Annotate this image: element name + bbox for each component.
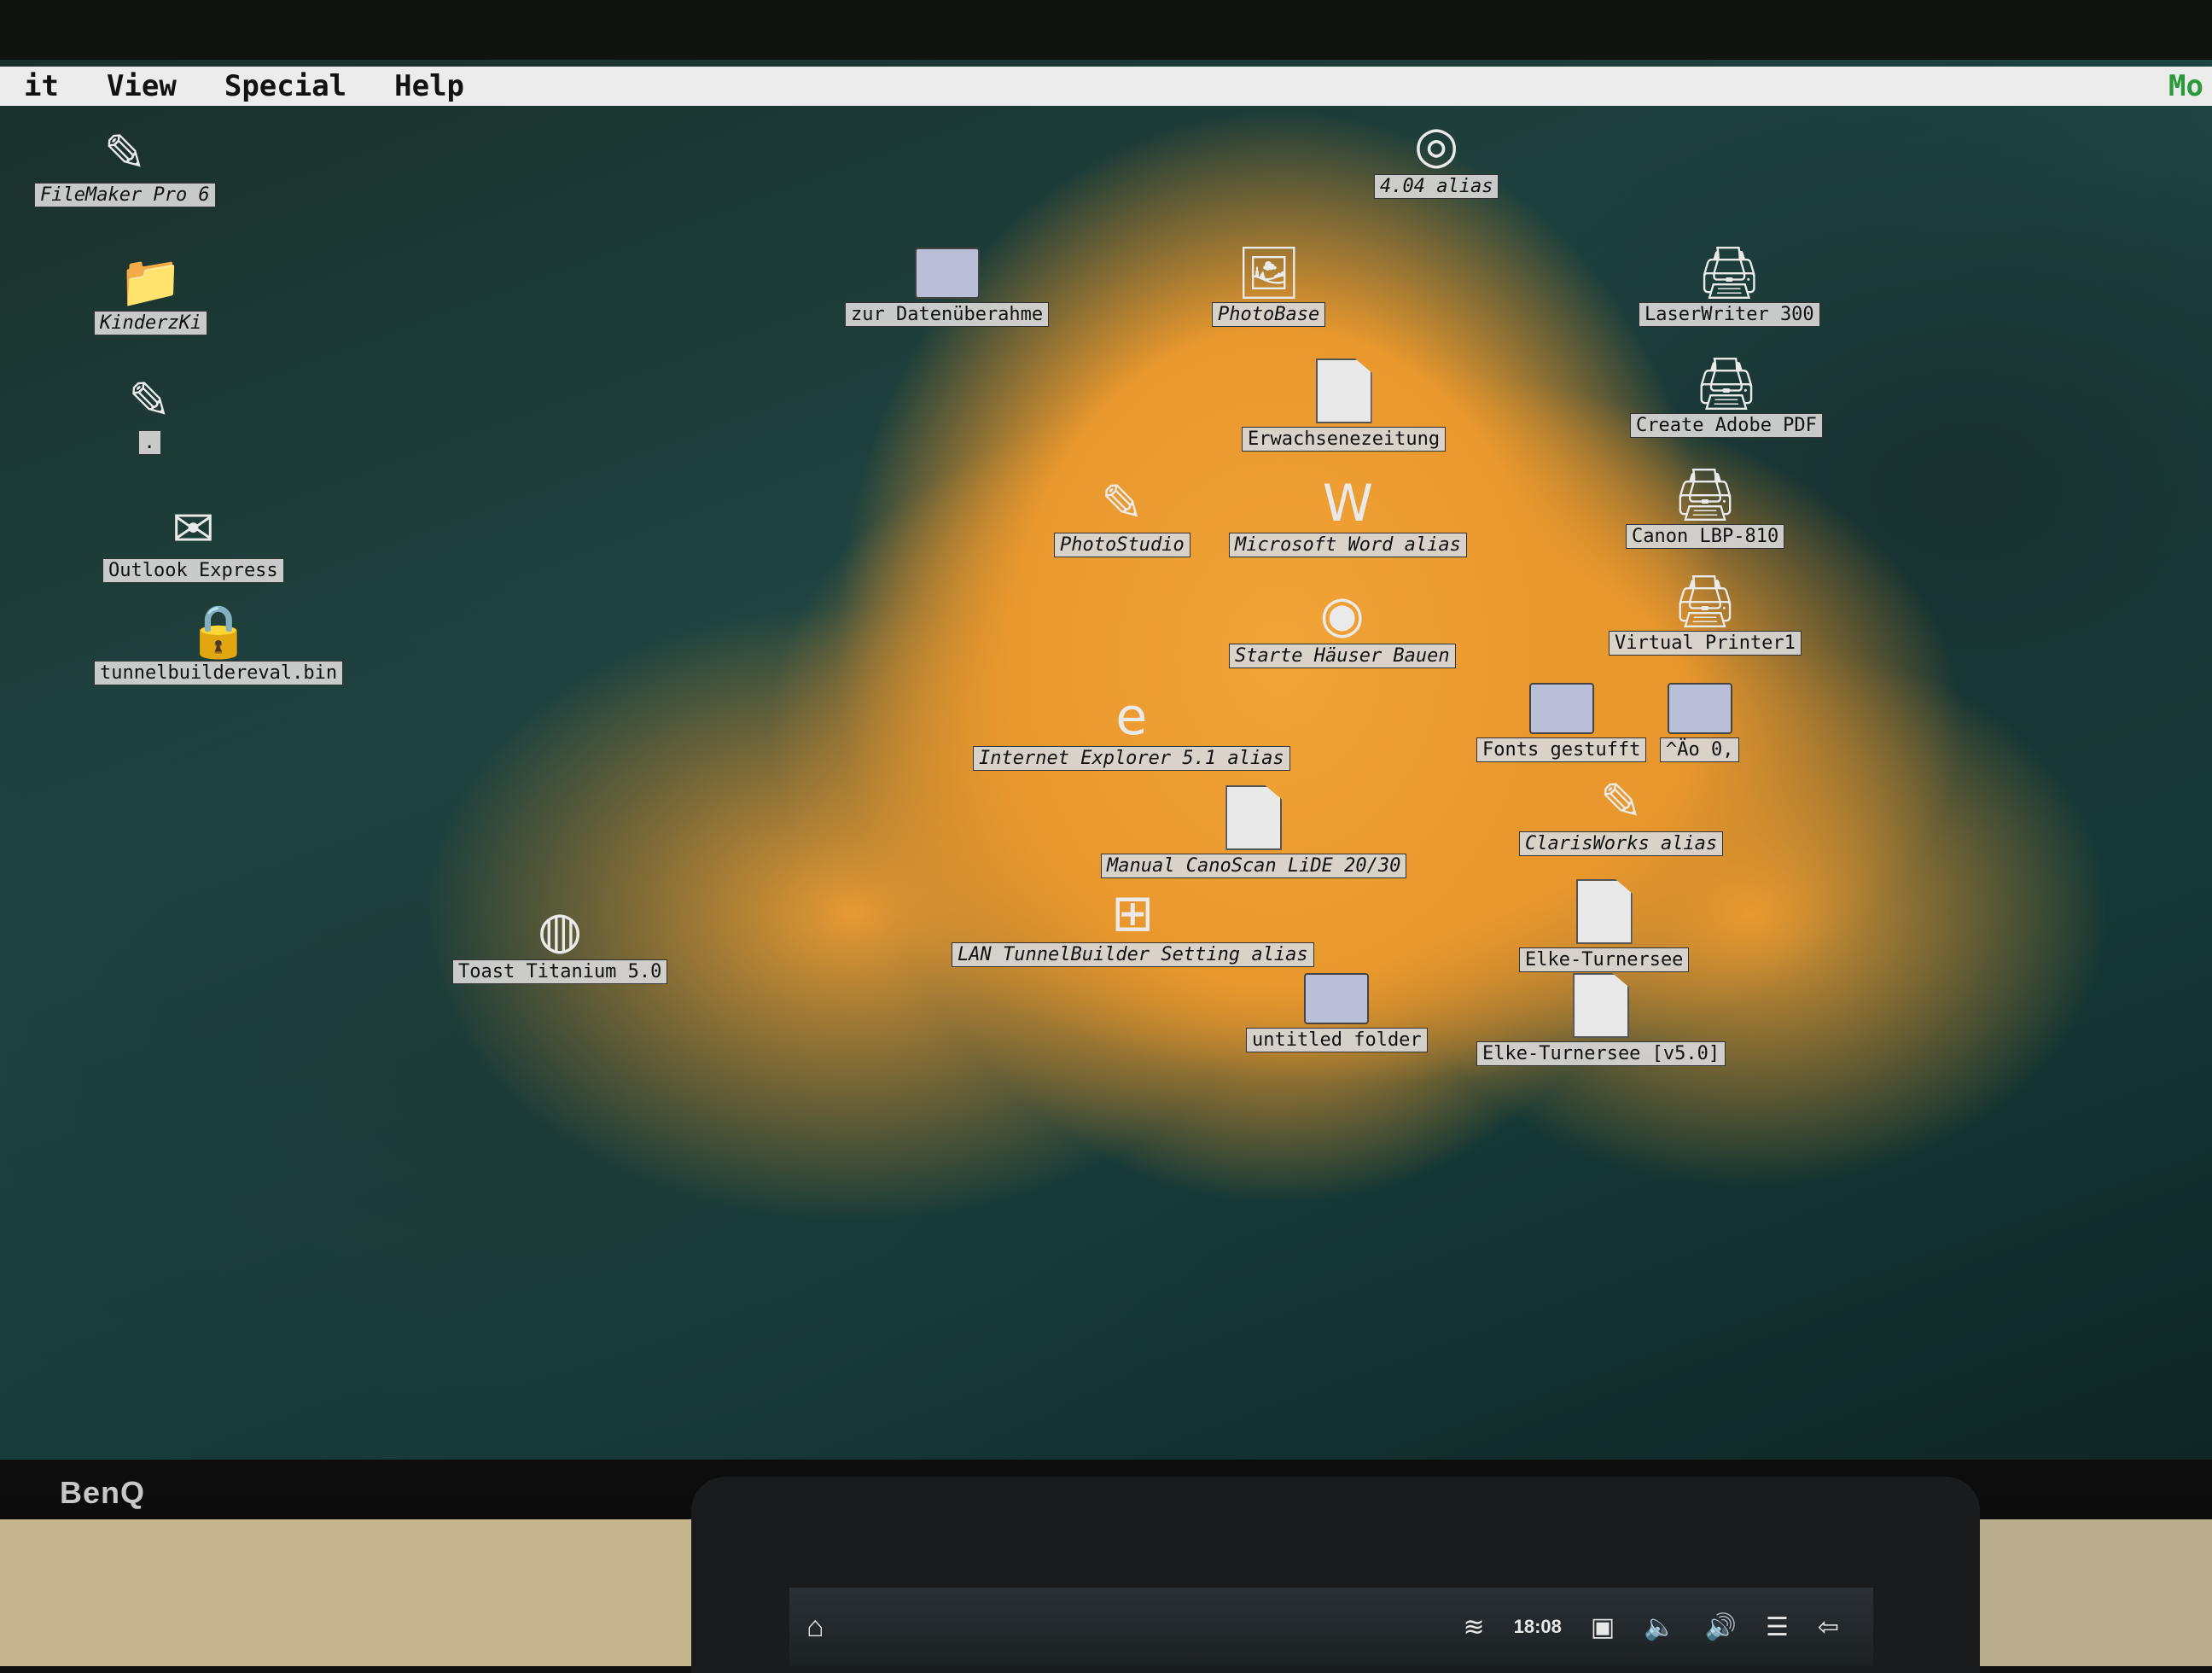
icon-label: PhotoBase — [1212, 302, 1326, 327]
internet-explorer-desktop-item[interactable]: e Internet Explorer 5.1 alias — [973, 691, 1290, 771]
alias-404-icon: ◎ — [1414, 115, 1459, 175]
screenshot-icon[interactable]: ▣ — [1591, 1612, 1615, 1642]
icon-label: Internet Explorer 5.1 alias — [973, 746, 1290, 771]
elke-turnersee-v50-desktop-item[interactable]: Elke-Turnersee [v5.0] — [1476, 973, 1726, 1066]
toast-titanium-desktop-item[interactable]: ◍ Toast Titanium 5.0 — [452, 901, 668, 984]
icon-label: ClarisWorks alias — [1519, 831, 1724, 856]
manual-canoscan-desktop-item[interactable]: Manual CanoScan LiDE 20/30 — [1101, 785, 1407, 878]
icon-label: PhotoStudio — [1054, 533, 1190, 557]
icon-label: ^Äo 0, — [1660, 737, 1740, 762]
tablet-status-bar: ⌂ ≋ 18:08 ▣ 🔈 🔊 ☰ ⇦ — [789, 1588, 1873, 1666]
untitled-folder-icon — [1304, 973, 1370, 1024]
zur-datenuebernahme-icon — [914, 248, 980, 299]
icon-label: Manual CanoScan LiDE 20/30 — [1101, 854, 1407, 878]
icon-label: Elke-Turnersee — [1519, 947, 1690, 972]
elke-turnersee-v50-icon — [1573, 973, 1630, 1038]
menu-right-text: Mo — [2168, 69, 2203, 103]
lan-tunnelbuilder-desktop-item[interactable]: ⊞ LAN TunnelBuilder Setting alias — [952, 888, 1314, 967]
internet-explorer-icon: e — [1115, 687, 1148, 747]
manual-canoscan-icon — [1225, 785, 1283, 850]
untitled-folder-desktop-item[interactable]: untitled folder — [1246, 973, 1428, 1052]
kinderzki-icon: 📁 — [119, 252, 183, 312]
dot-file-icon: ✎ — [128, 371, 172, 431]
monitor: it View Special Help Mo ✎ FileMaker Pro 6… — [0, 0, 2212, 1666]
laserwriter-300-icon: 🖨 — [1697, 243, 1762, 303]
icon-label: Canon LBP-810 — [1626, 524, 1785, 549]
monitor-brand-logo: BenQ — [60, 1475, 146, 1510]
starte-haeuser-bauen-icon: ◉ — [1319, 585, 1365, 644]
icon-label: Outlook Express — [102, 558, 284, 583]
icon-label: Erwachsenezeitung — [1242, 427, 1447, 452]
microsoft-word-alias-icon: W — [1322, 474, 1374, 533]
menu-icon[interactable]: ☰ — [1766, 1612, 1789, 1642]
starte-haeuser-bauen-desktop-item[interactable]: ◉ Starte Häuser Bauen — [1229, 589, 1456, 668]
photobase-desktop-item[interactable]: 🖼 PhotoBase — [1212, 243, 1326, 327]
outlook-express-icon: ✉ — [172, 499, 215, 559]
icon-label: . — [137, 430, 161, 455]
menu-bar: it View Special Help Mo — [0, 67, 2212, 106]
outlook-express-desktop-item[interactable]: ✉ Outlook Express — [102, 504, 284, 583]
fonts-gestufft-desktop-item[interactable]: Fonts gestufft — [1476, 683, 1647, 762]
volume-down-icon[interactable]: 🔈 — [1644, 1612, 1675, 1642]
icon-label: FileMaker Pro 6 — [34, 183, 216, 207]
microsoft-word-alias-desktop-item[interactable]: W Microsoft Word alias — [1229, 478, 1467, 557]
menu-item-help[interactable]: Help — [370, 69, 488, 103]
clarisworks-alias-icon: ✎ — [1599, 772, 1643, 832]
erwachsenezeitung-icon — [1315, 358, 1372, 423]
wifi-icon: ≋ — [1463, 1612, 1485, 1641]
icon-label: zur Datenüberahme — [845, 302, 1050, 327]
back-icon[interactable]: ⇦ — [1818, 1612, 1839, 1642]
tunnelbuildereval-bin-icon: 🔒 — [186, 602, 251, 662]
photostudio-icon: ✎ — [1100, 474, 1144, 533]
icon-label: 4.04 alias — [1374, 174, 1499, 199]
dot-file-desktop-item[interactable]: ✎. — [128, 376, 171, 455]
tablet-clock: 18:08 — [1513, 1616, 1562, 1637]
virtual-printer1-icon: 🖨 — [1672, 572, 1738, 632]
icon-label: KinderzKi — [94, 311, 208, 335]
canon-lbp-810-icon: 🖨 — [1673, 465, 1738, 525]
desk-surface-right — [1980, 1519, 2212, 1666]
elke-turnersee-desktop-item[interactable]: Elke-Turnersee — [1519, 879, 1690, 972]
elke-turnersee-icon — [1575, 879, 1633, 944]
icon-label: Fonts gestufft — [1476, 737, 1647, 762]
laserwriter-300-desktop-item[interactable]: 🖨 LaserWriter 300 — [1639, 248, 1820, 327]
create-adobe-pdf-icon: 🖨 — [1693, 354, 1760, 414]
icon-label: Virtual Printer1 — [1609, 631, 1802, 656]
icon-label: untitled folder — [1246, 1028, 1428, 1052]
icon-label: Toast Titanium 5.0 — [452, 959, 668, 984]
fonts-gestufft-icon — [1528, 683, 1594, 734]
erwachsenezeitung-desktop-item[interactable]: Erwachsenezeitung — [1242, 358, 1447, 452]
ao-folder-desktop-item[interactable]: ^Äo 0, — [1660, 683, 1740, 762]
photobase-icon: 🖼 — [1236, 243, 1301, 303]
home-icon[interactable]: ⌂ — [806, 1611, 824, 1644]
desk-surface — [0, 1519, 691, 1666]
volume-up-icon[interactable]: 🔊 — [1705, 1612, 1737, 1642]
icon-label: Create Adobe PDF — [1630, 413, 1823, 438]
icon-label: LAN TunnelBuilder Setting alias — [952, 942, 1314, 967]
create-adobe-pdf-desktop-item[interactable]: 🖨 Create Adobe PDF — [1630, 358, 1823, 438]
clarisworks-alias-desktop-item[interactable]: ✎ ClarisWorks alias — [1519, 772, 1724, 856]
alias-404-desktop-item[interactable]: ◎ 4.04 alias — [1374, 120, 1499, 199]
menu-item-special[interactable]: Special — [201, 69, 370, 103]
menu-item-edit[interactable]: it — [0, 69, 83, 103]
icon-label: Microsoft Word alias — [1229, 533, 1467, 557]
icon-label: LaserWriter 300 — [1639, 302, 1820, 327]
menu-item-view[interactable]: View — [83, 69, 201, 103]
filemaker-pro-6-desktop-item[interactable]: ✎ FileMaker Pro 6 — [34, 128, 216, 207]
toast-titanium-icon: ◍ — [538, 901, 583, 960]
lan-tunnelbuilder-icon: ⊞ — [1111, 883, 1155, 943]
zur-datenuebernahme-desktop-item[interactable]: zur Datenüberahme — [845, 248, 1050, 327]
photostudio-desktop-item[interactable]: ✎ PhotoStudio — [1054, 478, 1190, 557]
virtual-printer1-desktop-item[interactable]: 🖨 Virtual Printer1 — [1609, 576, 1802, 656]
filemaker-pro-6-icon: ✎ — [103, 124, 147, 184]
icon-label: tunnelbuildereval.bin — [94, 661, 344, 685]
kinderzki-desktop-item[interactable]: 📁 KinderzKi — [94, 252, 208, 335]
canon-lbp-810-desktop-item[interactable]: 🖨 Canon LBP-810 — [1626, 465, 1785, 549]
icon-label: Starte Häuser Bauen — [1229, 644, 1456, 668]
icon-label: Elke-Turnersee [v5.0] — [1476, 1041, 1726, 1066]
tablet-tray: ≋ 18:08 ▣ 🔈 🔊 ☰ ⇦ — [1463, 1612, 1873, 1642]
ao-folder-icon — [1667, 683, 1732, 734]
tunnelbuildereval-bin-desktop-item[interactable]: 🔒 tunnelbuildereval.bin — [94, 602, 344, 685]
